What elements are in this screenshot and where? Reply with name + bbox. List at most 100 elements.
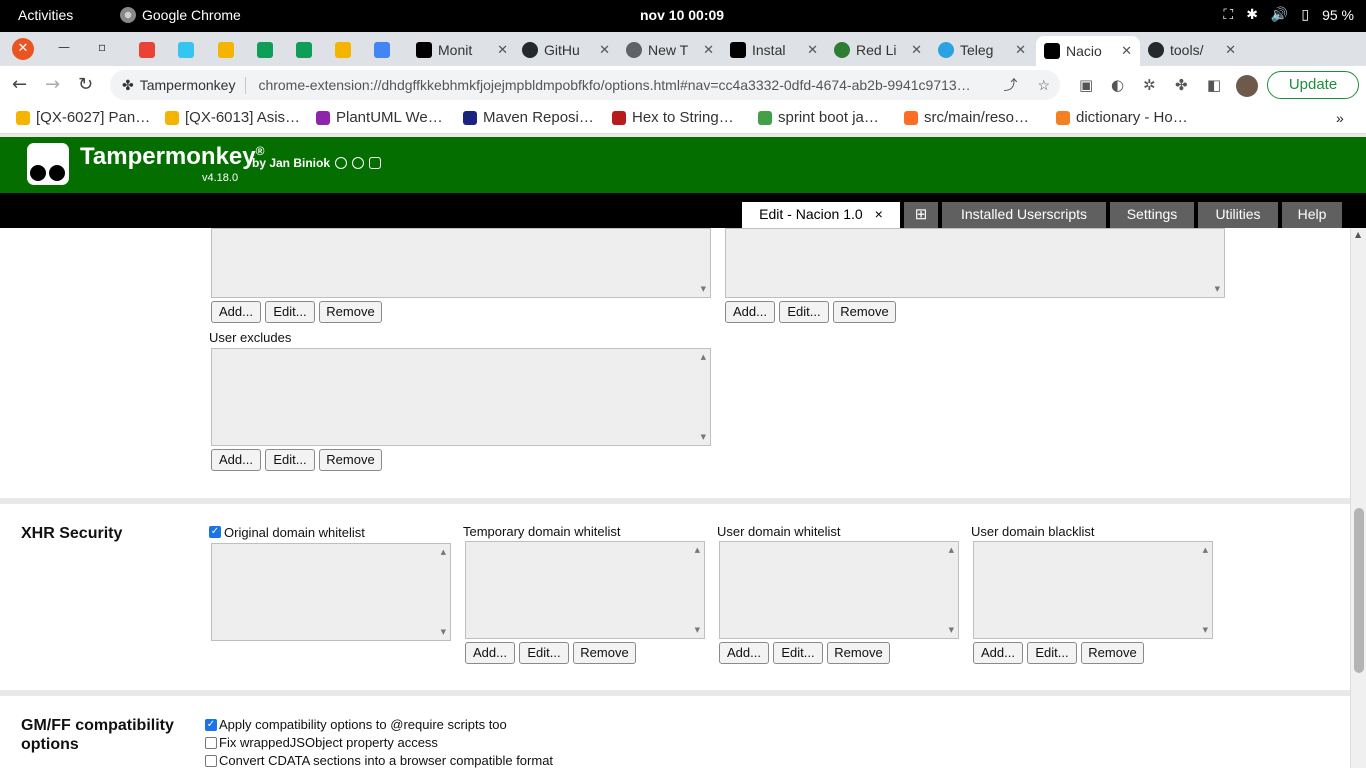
blacklist-edit-button[interactable]: Edit... bbox=[1027, 642, 1077, 664]
update-button[interactable]: Update bbox=[1267, 71, 1359, 99]
bug-icon[interactable]: ✲ bbox=[1143, 76, 1156, 94]
tab-monitor[interactable]: Monit ✕ bbox=[408, 36, 516, 64]
includes-edit-button[interactable]: Edit... bbox=[265, 301, 315, 323]
activities-button[interactable]: Activities bbox=[18, 7, 73, 23]
scroll-down-arrow-icon[interactable]: ▼ bbox=[701, 433, 706, 441]
scroll-up-arrow-icon[interactable]: ▲ bbox=[1203, 546, 1208, 554]
pinned-tab-slack[interactable] bbox=[168, 36, 204, 64]
bookmarks-overflow-icon[interactable]: » bbox=[1336, 110, 1344, 126]
tab-installed-userscripts[interactable]: Installed Userscripts bbox=[942, 202, 1106, 228]
facebook-icon[interactable] bbox=[352, 157, 365, 169]
tab-close-icon[interactable]: ✕ bbox=[911, 42, 922, 58]
tab-close-icon[interactable]: ✕ bbox=[497, 42, 508, 58]
fix-wrappedjsobject-checkbox[interactable] bbox=[205, 737, 217, 749]
app-menu[interactable]: Google Chrome bbox=[120, 7, 241, 23]
url-text[interactable]: chrome-extension://dhdgffkkebhmkfjojejmp… bbox=[246, 77, 993, 93]
bookmark-item[interactable]: Maven Reposi… bbox=[463, 109, 594, 126]
excludes-add-button[interactable]: Add... bbox=[211, 449, 261, 471]
original-domain-whitelist-checkbox[interactable]: ✓ bbox=[209, 526, 221, 538]
tab-github[interactable]: GitHu ✕ bbox=[514, 36, 618, 64]
apply-require-checkbox[interactable]: ✓ bbox=[205, 719, 217, 731]
scroll-up-arrow-icon[interactable]: ▲ bbox=[1355, 230, 1361, 239]
matches-remove-button[interactable]: Remove bbox=[833, 301, 896, 323]
profile-avatar[interactable] bbox=[1236, 75, 1258, 97]
bookmark-item[interactable]: PlantUML We… bbox=[316, 109, 443, 126]
scroll-up-arrow-icon[interactable]: ▲ bbox=[949, 546, 954, 554]
tab-help[interactable]: Help bbox=[1282, 202, 1342, 228]
pinned-tab-docs[interactable] bbox=[364, 36, 400, 64]
tab-utilities[interactable]: Utilities bbox=[1198, 202, 1278, 228]
bookmark-item[interactable]: [QX-6013] Asis… bbox=[165, 109, 300, 126]
matches-add-button[interactable]: Add... bbox=[725, 301, 775, 323]
pinned-tab-drive[interactable] bbox=[247, 36, 283, 64]
tab-tools[interactable]: tools/ ✕ bbox=[1140, 36, 1244, 64]
pinned-tab-sheets[interactable] bbox=[286, 36, 322, 64]
bookmark-item[interactable]: sprint boot ja… bbox=[758, 109, 879, 126]
clock[interactable]: nov 10 00:09 bbox=[640, 7, 724, 23]
tab-close-icon[interactable]: × bbox=[875, 206, 883, 222]
forward-arrow-icon[interactable]: → bbox=[45, 74, 60, 95]
includes-add-button[interactable]: Add... bbox=[211, 301, 261, 323]
tab-settings[interactable]: Settings bbox=[1110, 202, 1194, 228]
tab-close-icon[interactable]: ✕ bbox=[1015, 42, 1026, 58]
user-matches-listbox[interactable]: ▼ bbox=[725, 228, 1225, 298]
tab-installed[interactable]: Instal ✕ bbox=[722, 36, 826, 64]
convert-cdata-checkbox[interactable] bbox=[205, 755, 217, 767]
user-domain-blacklist-listbox[interactable]: ▲ ▼ bbox=[973, 541, 1213, 639]
whitelist-edit-button[interactable]: Edit... bbox=[773, 642, 823, 664]
window-minimize-button[interactable]: — bbox=[58, 40, 70, 54]
tab-nacion-active[interactable]: Nacio ✕ bbox=[1036, 36, 1140, 66]
temporary-domain-whitelist-listbox[interactable]: ▲ ▼ bbox=[465, 541, 705, 639]
side-panel-icon[interactable]: ◧ bbox=[1207, 76, 1221, 94]
tab-telegram[interactable]: Teleg ✕ bbox=[930, 36, 1034, 64]
bookmark-item[interactable]: src/main/reso… bbox=[904, 109, 1029, 126]
scroll-down-arrow-icon[interactable]: ▼ bbox=[441, 628, 446, 636]
bookmark-item[interactable]: Hex to String… bbox=[612, 109, 734, 126]
scroll-down-arrow-icon[interactable]: ▼ bbox=[1203, 626, 1208, 634]
scrollbar-thumb[interactable] bbox=[1354, 508, 1364, 673]
github-icon[interactable] bbox=[335, 157, 348, 169]
scroll-down-arrow-icon[interactable]: ▼ bbox=[695, 626, 700, 634]
scroll-up-arrow-icon[interactable]: ▲ bbox=[695, 546, 700, 554]
bookmark-item[interactable]: [QX-6027] Pan… bbox=[16, 109, 150, 126]
bookmark-star-icon[interactable]: ☆ bbox=[1027, 77, 1060, 94]
new-script-tab-icon[interactable]: ⊞ bbox=[904, 202, 938, 228]
system-tray[interactable]: ⛶ ✱ 🔊 ▯ 95 % bbox=[1223, 6, 1354, 23]
extension-chip[interactable]: ✤ Tampermonkey bbox=[110, 76, 247, 94]
blacklist-remove-button[interactable]: Remove bbox=[1081, 642, 1144, 664]
scroll-down-arrow-icon[interactable]: ▼ bbox=[949, 626, 954, 634]
excludes-edit-button[interactable]: Edit... bbox=[265, 449, 315, 471]
user-includes-listbox[interactable]: ▼ bbox=[211, 228, 711, 298]
tab-close-icon[interactable]: ✕ bbox=[599, 42, 610, 58]
excludes-remove-button[interactable]: Remove bbox=[319, 449, 382, 471]
temporary-remove-button[interactable]: Remove bbox=[573, 642, 636, 664]
user-excludes-listbox[interactable]: ▲ ▼ bbox=[211, 348, 711, 446]
scroll-down-arrow-icon[interactable]: ▼ bbox=[1215, 285, 1220, 293]
pinned-tab-gmail[interactable] bbox=[129, 36, 165, 64]
instagram-icon[interactable] bbox=[369, 157, 382, 169]
tab-edit-script[interactable]: Edit - Nacion 1.0 × bbox=[742, 202, 900, 228]
tab-new-tab[interactable]: New T ✕ bbox=[618, 36, 722, 64]
omnibox[interactable]: ✤ Tampermonkey chrome-extension://dhdgff… bbox=[110, 70, 1060, 100]
pinned-tab-slides[interactable] bbox=[325, 36, 361, 64]
tab-close-icon[interactable]: ✕ bbox=[1225, 42, 1236, 58]
matches-edit-button[interactable]: Edit... bbox=[779, 301, 829, 323]
window-maximize-button[interactable]: ▫ bbox=[98, 40, 106, 54]
scroll-down-arrow-icon[interactable]: ▼ bbox=[701, 285, 706, 293]
tab-close-icon[interactable]: ✕ bbox=[703, 42, 714, 58]
pinned-tab-app[interactable] bbox=[208, 36, 244, 64]
page-scrollbar[interactable]: ▲ bbox=[1350, 228, 1366, 768]
whitelist-add-button[interactable]: Add... bbox=[719, 642, 769, 664]
window-close-button[interactable]: ✕ bbox=[12, 38, 34, 60]
tab-close-icon[interactable]: ✕ bbox=[807, 42, 818, 58]
share-icon[interactable]: ⤴ bbox=[993, 75, 1027, 95]
original-domain-whitelist-listbox[interactable]: ▲ ▼ bbox=[211, 543, 451, 641]
tab-close-icon[interactable]: ✕ bbox=[1121, 43, 1132, 59]
includes-remove-button[interactable]: Remove bbox=[319, 301, 382, 323]
extension-icon[interactable]: ▣ bbox=[1079, 76, 1093, 94]
tab-red-link[interactable]: Red Li ✕ bbox=[826, 36, 930, 64]
blacklist-add-button[interactable]: Add... bbox=[973, 642, 1023, 664]
temporary-edit-button[interactable]: Edit... bbox=[519, 642, 569, 664]
reload-icon[interactable]: ↻ bbox=[78, 74, 93, 95]
extension-icon[interactable]: ◐ bbox=[1111, 76, 1124, 94]
